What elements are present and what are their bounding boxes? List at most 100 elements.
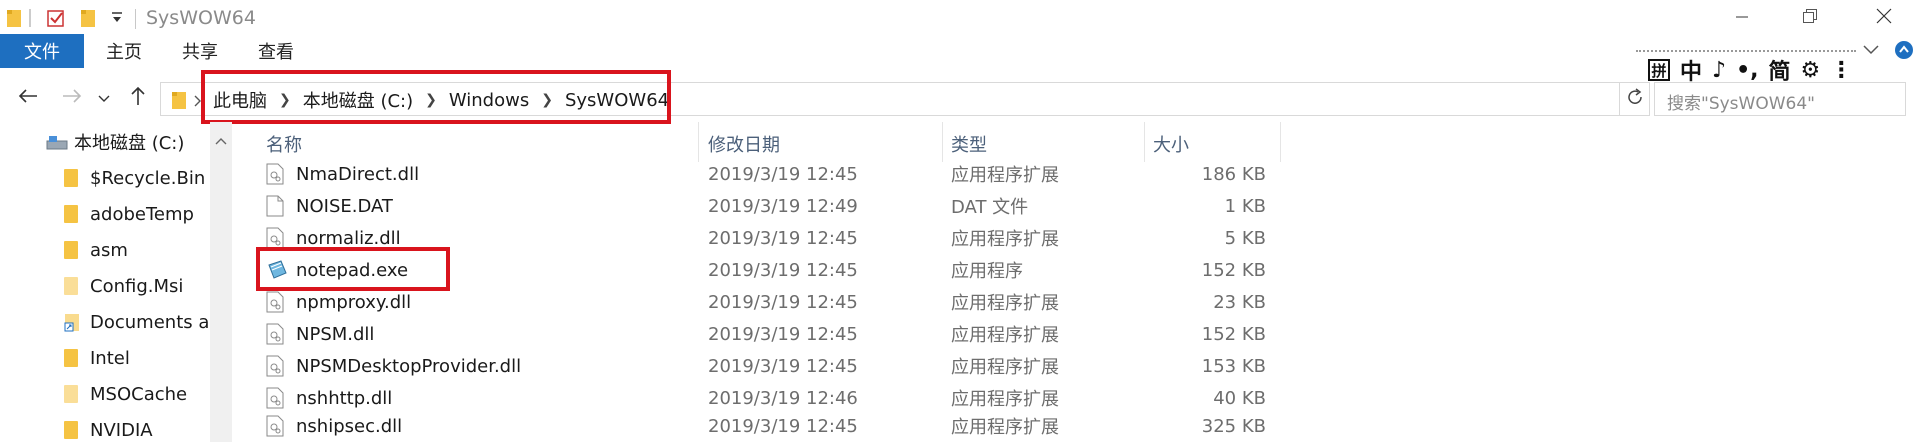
- column-divider[interactable]: [1280, 122, 1281, 162]
- folder-icon: [64, 277, 78, 295]
- window-title: SysWOW64: [146, 7, 256, 29]
- sidebar-item-label: Documents and Settings: [90, 311, 210, 333]
- title-bar: SysWOW64: [0, 0, 1920, 36]
- sidebar-item-label: NVIDIA: [90, 419, 153, 441]
- file-type: 应用程序: [951, 261, 1023, 282]
- file-icon: [266, 195, 284, 217]
- folder-icon: [64, 349, 78, 367]
- sidebar-item-asm[interactable]: asm: [64, 232, 276, 268]
- file-date: 2019/3/19 12:45: [708, 323, 858, 345]
- sidebar-item-label: asm: [90, 239, 128, 261]
- chevron-down-icon: [98, 89, 110, 108]
- close-icon: [1876, 8, 1892, 28]
- up-button[interactable]: [122, 84, 154, 112]
- drive-icon: [46, 133, 68, 151]
- file-row[interactable]: NmaDirect.dll 2019/3/19 12:45 应用程序扩展 186…: [258, 158, 1281, 190]
- file-row[interactable]: NPSMDesktopProvider.dll 2019/3/19 12:45 …: [258, 350, 1281, 382]
- tab-view[interactable]: 查看: [244, 34, 308, 68]
- dll-icon: [266, 291, 284, 313]
- refresh-button[interactable]: [1620, 82, 1650, 116]
- dll-icon: [266, 323, 284, 345]
- file-date: 2019/3/19 12:45: [708, 415, 858, 437]
- arrow-left-icon: [17, 87, 39, 109]
- dll-icon: [266, 163, 284, 185]
- refresh-icon: [1626, 88, 1644, 110]
- separator-icon: [28, 9, 32, 31]
- annotation-highlight-notepad: [256, 247, 450, 291]
- file-type: 应用程序扩展: [951, 229, 1059, 250]
- dll-icon: [266, 387, 284, 409]
- new-folder-icon[interactable]: [80, 8, 96, 32]
- sidebar-item-msocache[interactable]: MSOCache: [64, 376, 276, 412]
- file-size: 325 KB: [1201, 415, 1266, 437]
- file-size: 153 KB: [1201, 355, 1266, 377]
- file-row[interactable]: NOISE.DAT 2019/3/19 12:49 DAT 文件 1 KB: [258, 190, 1281, 222]
- file-size: 23 KB: [1213, 291, 1266, 313]
- ime-grip: [1636, 50, 1856, 52]
- scroll-up-icon[interactable]: [215, 130, 227, 149]
- file-type: 应用程序扩展: [951, 293, 1059, 314]
- customize-toolbar-icon[interactable]: [110, 10, 124, 30]
- minimize-button[interactable]: [1708, 0, 1776, 36]
- folder-icon: [64, 169, 78, 187]
- minimize-icon: [1735, 9, 1749, 28]
- expand-ribbon-icon[interactable]: [1862, 42, 1880, 61]
- file-type: 应用程序扩展: [951, 357, 1059, 378]
- dll-icon: [266, 227, 284, 249]
- file-type: DAT 文件: [951, 197, 1029, 218]
- sidebar-item-label: $Recycle.Bin: [90, 167, 206, 189]
- arrow-right-icon: [61, 87, 83, 109]
- navigation-pane: 本地磁盘 (C:) $Recycle.Bin adobeTemp asm Con…: [0, 122, 232, 442]
- sidebar-item-label: Intel: [90, 347, 130, 369]
- column-header-size[interactable]: 大小: [1153, 126, 1189, 162]
- sidebar-item-adobetemp[interactable]: adobeTemp: [64, 196, 276, 232]
- file-type: 应用程序扩展: [951, 325, 1059, 346]
- file-date: 2019/3/19 12:45: [708, 163, 858, 185]
- file-size: 1 KB: [1224, 195, 1266, 217]
- sidebar-item-documents-and-settings[interactable]: Documents and Settings: [64, 304, 210, 340]
- properties-icon[interactable]: [46, 8, 66, 32]
- sidebar-item-nvidia[interactable]: NVIDIA: [64, 412, 276, 442]
- file-row[interactable]: nshipsec.dll 2019/3/19 12:45 应用程序扩展 325 …: [258, 410, 1281, 442]
- back-button[interactable]: [12, 84, 44, 112]
- column-divider[interactable]: [698, 122, 699, 162]
- dll-icon: [266, 415, 284, 437]
- tab-home[interactable]: 主页: [92, 34, 156, 68]
- sidebar-scrollbar[interactable]: [210, 122, 232, 442]
- restore-icon: [1802, 8, 1818, 28]
- sidebar-item-label: 本地磁盘 (C:): [74, 133, 185, 154]
- folder-icon[interactable]: [6, 8, 22, 32]
- help-icon[interactable]: [1894, 40, 1914, 64]
- folder-icon: [171, 90, 187, 114]
- column-divider[interactable]: [942, 122, 943, 162]
- file-size: 5 KB: [1224, 227, 1266, 249]
- file-date: 2019/3/19 12:45: [708, 355, 858, 377]
- sidebar-item-label: adobeTemp: [90, 203, 194, 225]
- search-box[interactable]: 搜索"SysWOW64": [1654, 82, 1906, 116]
- column-header-name[interactable]: 名称: [266, 126, 302, 162]
- annotation-highlight-address: [201, 70, 671, 124]
- column-header-date[interactable]: 修改日期: [708, 126, 780, 162]
- folder-icon: [64, 421, 78, 439]
- tab-file[interactable]: 文件: [0, 34, 84, 68]
- sidebar-item-config-msi[interactable]: Config.Msi: [64, 268, 276, 304]
- forward-button[interactable]: [56, 84, 88, 112]
- folder-icon: [64, 205, 78, 223]
- column-divider[interactable]: [1144, 122, 1145, 162]
- file-row[interactable]: NPSM.dll 2019/3/19 12:45 应用程序扩展 152 KB: [258, 318, 1281, 350]
- sidebar-item-label: MSOCache: [90, 383, 188, 405]
- file-size: 152 KB: [1201, 259, 1266, 281]
- sidebar-item-label: Config.Msi: [90, 275, 184, 297]
- ribbon-tabs: 文件 主页 共享 查看: [0, 34, 1920, 70]
- sidebar-item-recycle-bin[interactable]: $Recycle.Bin: [64, 160, 276, 196]
- tab-share[interactable]: 共享: [168, 34, 232, 68]
- file-type: 应用程序扩展: [951, 417, 1059, 438]
- arrow-up-icon: [129, 85, 147, 111]
- file-date: 2019/3/19 12:45: [708, 291, 858, 313]
- close-button[interactable]: [1850, 0, 1918, 36]
- restore-button[interactable]: [1776, 0, 1844, 36]
- column-header-type[interactable]: 类型: [951, 126, 987, 162]
- recent-locations-button[interactable]: [94, 84, 114, 112]
- sidebar-item-intel[interactable]: Intel: [64, 340, 276, 376]
- folder-icon: [64, 385, 78, 403]
